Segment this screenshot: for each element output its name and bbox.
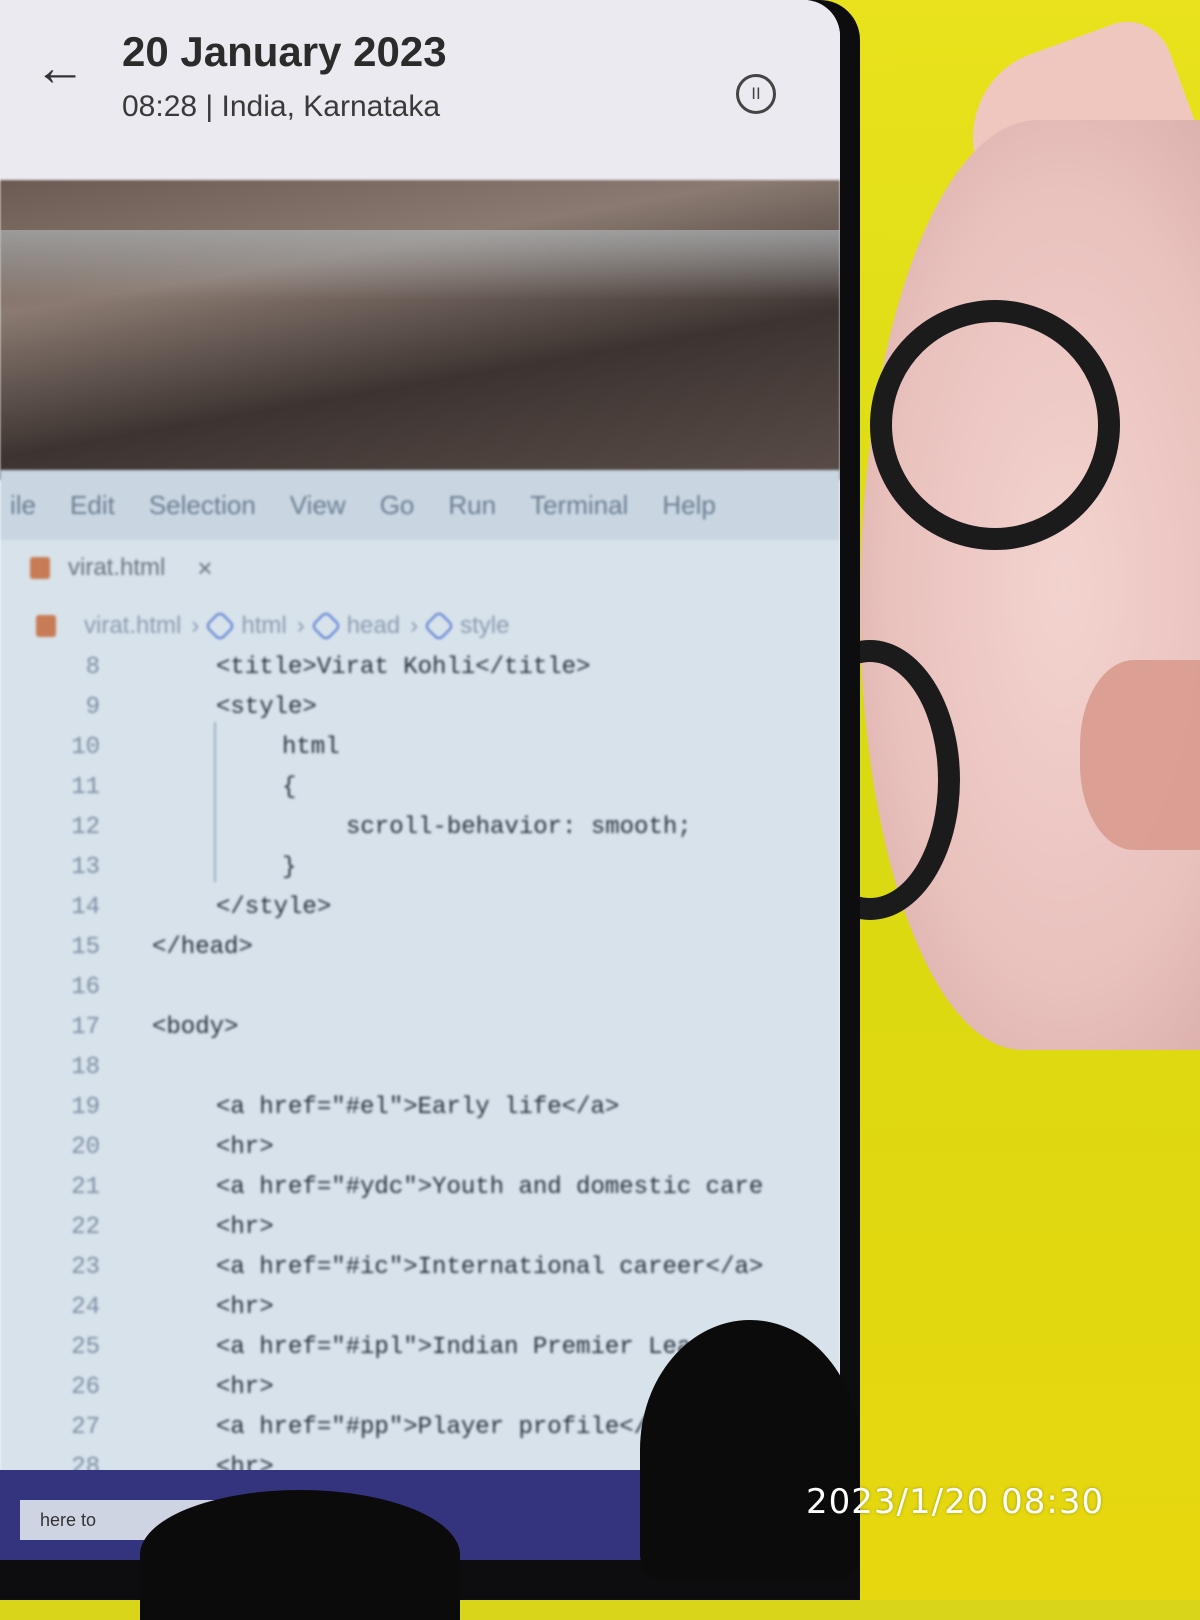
menu-item-run[interactable]: Run <box>448 490 496 521</box>
code-text: <hr> <box>216 1134 274 1161</box>
photo-timestamp: 2023/1/20 08:30 <box>806 1482 1105 1522</box>
menu-item-help[interactable]: Help <box>662 490 715 521</box>
code-line: 12 scroll-behavior: smooth; <box>0 808 840 848</box>
code-line: 21 <a href="#ydc">Youth and domestic care <box>0 1168 840 1208</box>
code-line: 14 </style> <box>0 888 840 928</box>
line-number: 18 <box>71 1054 100 1081</box>
breadcrumb-separator: › <box>296 612 305 639</box>
editor-tabbar: virat.html × <box>0 540 840 596</box>
code-text: <hr> <box>216 1294 274 1321</box>
code-text: { <box>282 774 297 801</box>
element-cube-icon <box>310 610 342 642</box>
photo-ceiling-area <box>0 180 840 480</box>
breadcrumb-html[interactable]: html <box>241 612 286 640</box>
line-number: 19 <box>71 1094 100 1121</box>
line-number: 12 <box>71 814 100 841</box>
photo-date-subtitle: 08:28 | India, Karnataka <box>122 90 441 123</box>
breadcrumb-style[interactable]: style <box>460 612 509 640</box>
element-cube-icon <box>204 610 236 642</box>
code-line: 22 <hr> <box>0 1208 840 1248</box>
code-line: 16 <box>0 968 840 1008</box>
code-line: 9 <style> <box>0 688 840 728</box>
line-number: 13 <box>71 854 100 881</box>
code-line: 19 <a href="#el">Early life</a> <box>0 1088 840 1128</box>
html-file-icon <box>30 557 50 579</box>
line-number: 16 <box>71 974 100 1001</box>
finger-occlusion <box>140 1490 460 1620</box>
code-text: <body> <box>152 1014 239 1041</box>
back-arrow-icon[interactable]: ← <box>32 40 88 96</box>
line-number: 26 <box>71 1374 100 1401</box>
menu-item-selection[interactable]: Selection <box>149 490 256 521</box>
line-number: 15 <box>71 934 100 961</box>
close-icon[interactable]: × <box>197 553 212 584</box>
code-text: } <box>282 854 297 881</box>
menu-item-go[interactable]: Go <box>380 490 415 521</box>
code-line: 18 <box>0 1048 840 1088</box>
editor-menubar: ile Edit Selection View Go Run Terminal Help <box>0 470 840 540</box>
line-number: 23 <box>71 1254 100 1281</box>
breadcrumb-separator: › <box>410 612 419 639</box>
menu-item-view[interactable]: View <box>290 490 346 521</box>
code-line: 17 <body> <box>0 1008 840 1048</box>
tab-virat-html[interactable]: virat.html <box>68 554 165 582</box>
cartoon-lips <box>1080 660 1200 850</box>
code-line: 15 </head> <box>0 928 840 968</box>
pause-icon[interactable]: II <box>736 74 776 114</box>
line-number: 11 <box>71 774 100 801</box>
html-file-icon <box>36 615 56 637</box>
line-number: 24 <box>71 1294 100 1321</box>
cartoon-glasses-upper <box>870 300 1120 550</box>
code-line: 23 <a href="#ic">International career</a> <box>0 1248 840 1288</box>
finger-occlusion <box>640 1320 860 1580</box>
code-text: <style> <box>216 694 317 721</box>
line-number: 22 <box>71 1214 100 1241</box>
menu-item-ile[interactable]: ile <box>10 490 36 521</box>
code-line: 20 <hr> <box>0 1128 840 1168</box>
code-text: <a href="#ic">International career</a> <box>216 1254 764 1281</box>
code-text: <a href="#ydc">Youth and domestic care <box>216 1174 764 1201</box>
line-number: 21 <box>71 1174 100 1201</box>
code-text: <title>Virat Kohli</title> <box>216 654 591 681</box>
code-line: 10 html <box>0 728 840 768</box>
line-number: 8 <box>85 654 100 681</box>
breadcrumb-file[interactable]: virat.html <box>84 612 181 640</box>
code-text: html <box>282 734 340 761</box>
breadcrumb-head[interactable]: head <box>347 612 400 640</box>
menu-item-terminal[interactable]: Terminal <box>530 490 628 521</box>
line-number: 27 <box>71 1414 100 1441</box>
code-text: </style> <box>216 894 332 921</box>
code-line: 24 <hr> <box>0 1288 840 1328</box>
line-number: 25 <box>71 1334 100 1361</box>
code-line: 8 <title>Virat Kohli</title> <box>0 648 840 688</box>
code-text: <hr> <box>216 1214 274 1241</box>
code-text: </head> <box>152 934 253 961</box>
code-text: <a href="#pp">Player profile</a <box>216 1414 663 1441</box>
line-number: 9 <box>85 694 100 721</box>
photo-date-title: 20 January 2023 <box>122 28 447 75</box>
line-number: 20 <box>71 1134 100 1161</box>
gallery-header: ← 20 January 2023 08:28 | India, Karnata… <box>0 0 840 180</box>
breadcrumb: virat.html › html › head › style <box>36 606 509 646</box>
code-text: <a href="#ipl">Indian Premier Lea <box>216 1334 692 1361</box>
element-cube-icon <box>423 610 455 642</box>
menu-item-edit[interactable]: Edit <box>70 490 115 521</box>
code-text: <a href="#el">Early life</a> <box>216 1094 620 1121</box>
photo-light-strip <box>0 230 840 300</box>
code-line: 13} <box>0 848 840 888</box>
code-text: scroll-behavior: smooth; <box>346 814 692 841</box>
line-number: 14 <box>71 894 100 921</box>
code-line: 11 { <box>0 768 840 808</box>
line-number: 10 <box>71 734 100 761</box>
line-number: 17 <box>71 1014 100 1041</box>
code-text: <hr> <box>216 1374 274 1401</box>
breadcrumb-separator: › <box>191 612 200 639</box>
